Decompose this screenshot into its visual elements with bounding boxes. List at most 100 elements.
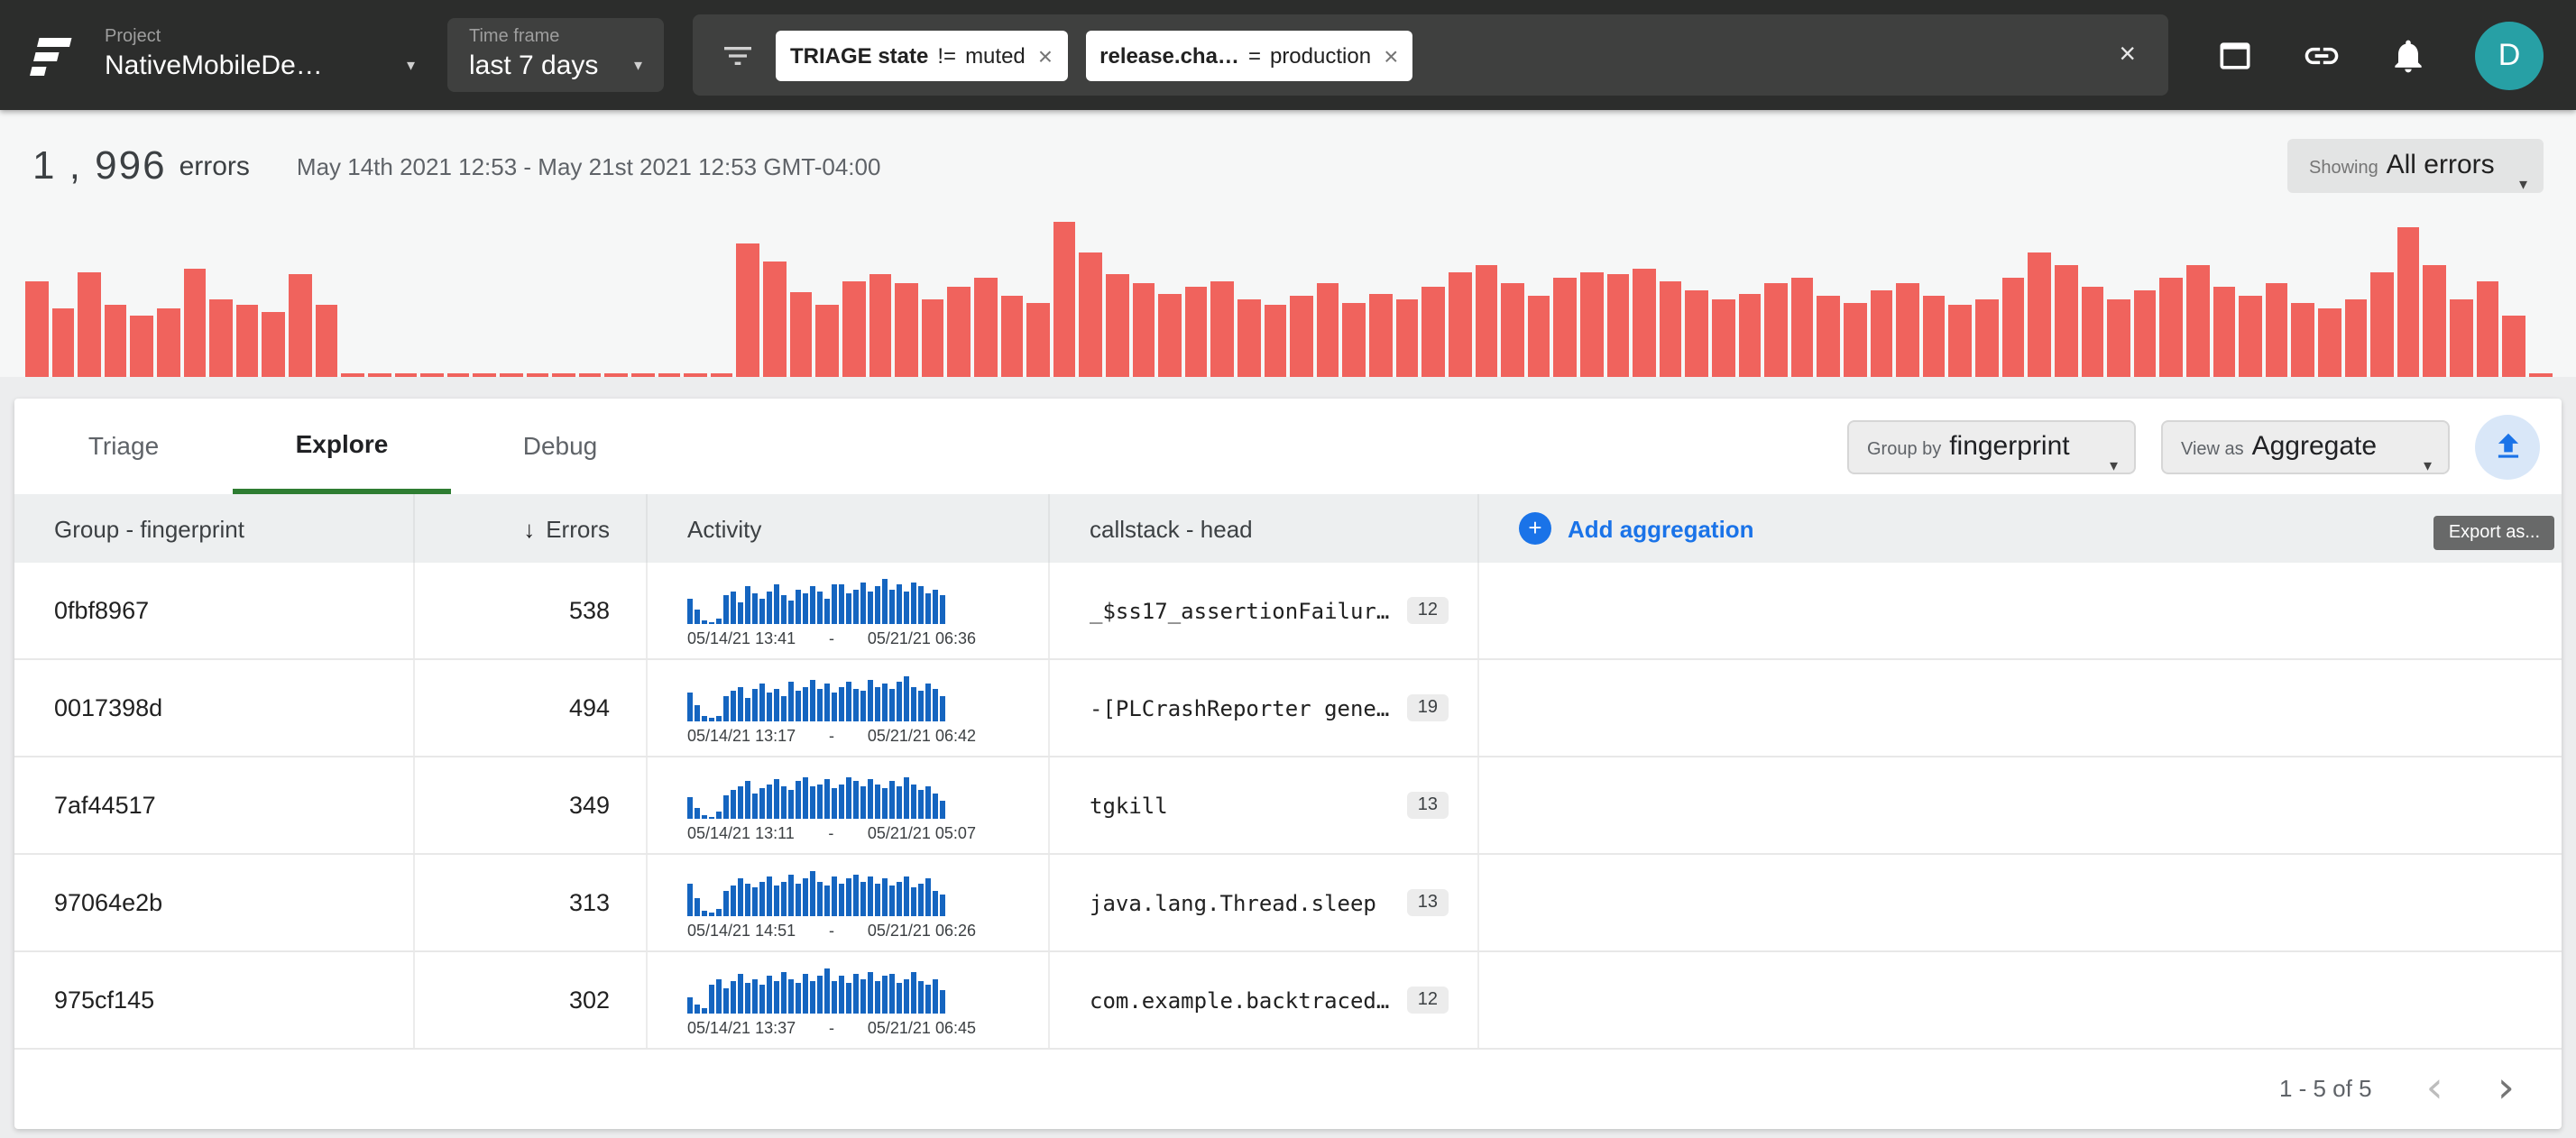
histogram-bar[interactable] [1817, 297, 1840, 377]
fingerprint-cell[interactable]: 0fbf8967 [14, 563, 415, 658]
histogram-bar[interactable] [552, 374, 575, 377]
histogram-bar[interactable] [684, 374, 706, 377]
histogram-bar[interactable] [1369, 293, 1392, 377]
table-row[interactable]: 97064e2b31305/14/21 14:51-05/21/21 06:26… [14, 855, 2562, 952]
histogram-bar[interactable] [2081, 287, 2103, 377]
histogram-bar[interactable] [1975, 299, 1998, 377]
column-header-fingerprint[interactable]: Group - fingerprint [14, 494, 415, 563]
histogram-bar[interactable] [2186, 265, 2209, 377]
histogram-bar[interactable] [25, 280, 48, 377]
chip-close-icon[interactable]: × [1038, 41, 1053, 69]
tab-explore[interactable]: Explore [233, 399, 451, 494]
histogram-bar[interactable] [78, 271, 100, 377]
histogram-bar[interactable] [1132, 284, 1155, 377]
histogram-bar[interactable] [1237, 299, 1260, 377]
clear-filters-icon[interactable]: × [2111, 39, 2143, 71]
column-header-callstack[interactable]: callstack - head [1050, 494, 1479, 563]
histogram-bar[interactable] [394, 374, 417, 377]
histogram-bar[interactable] [1870, 290, 1892, 377]
histogram-bar[interactable] [1580, 271, 1603, 377]
histogram-bar[interactable] [157, 308, 179, 377]
histogram-bar[interactable] [605, 374, 628, 377]
view-as-dropdown[interactable]: View as Aggregate ▾ [2161, 419, 2450, 473]
histogram-bar[interactable] [1633, 269, 1655, 377]
showing-dropdown[interactable]: Showing All errors ▾ [2287, 139, 2544, 193]
histogram-bar[interactable] [1106, 275, 1128, 378]
histogram-bar[interactable] [262, 312, 285, 377]
fingerprint-cell[interactable]: 97064e2b [14, 855, 415, 950]
histogram-bar[interactable] [2318, 308, 2341, 377]
histogram-bar[interactable] [2160, 278, 2183, 377]
fingerprint-cell[interactable]: 7af44517 [14, 757, 415, 853]
error-histogram[interactable] [25, 218, 2551, 377]
histogram-bar[interactable] [2001, 278, 2024, 377]
histogram-bar[interactable] [2424, 265, 2446, 377]
histogram-bar[interactable] [1844, 302, 1866, 377]
fingerprint-cell[interactable]: 975cf145 [14, 952, 415, 1048]
histogram-bar[interactable] [1949, 306, 1972, 377]
histogram-bar[interactable] [631, 374, 654, 377]
sort-desc-icon[interactable]: ↓ [523, 515, 535, 542]
histogram-bar[interactable] [1343, 302, 1366, 377]
histogram-bar[interactable] [2107, 299, 2130, 377]
histogram-bar[interactable] [210, 299, 233, 377]
avatar[interactable]: D [2475, 21, 2544, 89]
histogram-bar[interactable] [236, 306, 259, 377]
column-header-errors[interactable]: ↓ Errors [415, 494, 648, 563]
dashboard-icon[interactable] [2215, 35, 2255, 75]
link-icon[interactable] [2302, 35, 2341, 75]
histogram-bar[interactable] [2370, 271, 2393, 377]
histogram-bar[interactable] [2266, 284, 2288, 377]
histogram-bar[interactable] [2055, 265, 2077, 377]
histogram-bar[interactable] [1080, 252, 1102, 377]
histogram-bar[interactable] [1764, 284, 1787, 377]
histogram-bar[interactable] [2450, 299, 2472, 377]
histogram-bar[interactable] [1897, 284, 1919, 377]
fingerprint-cell[interactable]: 0017398d [14, 660, 415, 756]
chevron-left-icon[interactable]: ‹ [2426, 1069, 2443, 1106]
chevron-right-icon[interactable]: › [2498, 1069, 2515, 1106]
histogram-bar[interactable] [789, 291, 812, 377]
histogram-bar[interactable] [1738, 293, 1761, 377]
histogram-bar[interactable] [816, 306, 839, 377]
histogram-bar[interactable] [1475, 265, 1497, 377]
histogram-bar[interactable] [895, 284, 917, 377]
filter-chip[interactable]: TRIAGE state!=muted× [776, 30, 1067, 80]
histogram-bar[interactable] [2029, 252, 2051, 377]
add-aggregation-button[interactable]: + Add aggregation [1479, 494, 2562, 563]
histogram-bar[interactable] [1554, 278, 1577, 377]
histogram-bar[interactable] [1000, 297, 1023, 377]
histogram-bar[interactable] [420, 374, 443, 377]
histogram-bar[interactable] [315, 306, 337, 377]
histogram-bar[interactable] [921, 299, 943, 377]
histogram-bar[interactable] [342, 374, 364, 377]
histogram-bar[interactable] [1026, 302, 1049, 377]
histogram-bar[interactable] [1158, 293, 1181, 377]
histogram-bar[interactable] [1449, 271, 1471, 377]
histogram-bar[interactable] [105, 306, 127, 377]
chip-close-icon[interactable]: × [1384, 41, 1398, 69]
histogram-bar[interactable] [579, 374, 602, 377]
histogram-bar[interactable] [1712, 299, 1734, 377]
histogram-bar[interactable] [2397, 228, 2420, 377]
histogram-bar[interactable] [1660, 280, 1682, 377]
filter-bar[interactable]: TRIAGE state!=muted× release.cha…=product… [693, 14, 2168, 96]
table-row[interactable]: 975cf14530205/14/21 13:37-05/21/21 06:45… [14, 952, 2562, 1050]
histogram-bar[interactable] [1501, 284, 1523, 377]
table-row[interactable]: 0017398d49405/14/21 13:17-05/21/21 06:42… [14, 660, 2562, 757]
group-by-dropdown[interactable]: Group by fingerprint ▾ [1847, 419, 2136, 473]
histogram-bar[interactable] [2476, 280, 2498, 377]
histogram-bar[interactable] [1923, 297, 1946, 377]
histogram-bar[interactable] [763, 262, 786, 377]
histogram-bar[interactable] [948, 287, 971, 377]
table-row[interactable]: 0fbf896753805/14/21 13:41-05/21/21 06:36… [14, 563, 2562, 660]
histogram-bar[interactable] [289, 275, 311, 378]
histogram-bar[interactable] [131, 315, 153, 377]
histogram-bar[interactable] [1185, 287, 1208, 377]
histogram-bar[interactable] [2134, 290, 2157, 377]
histogram-bar[interactable] [2239, 297, 2261, 377]
filter-chip[interactable]: release.cha…=production× [1085, 30, 1412, 80]
timeframe-selector[interactable]: Time frame last 7 days ▾ [447, 18, 664, 92]
histogram-bar[interactable] [51, 308, 74, 377]
histogram-bar[interactable] [2213, 287, 2235, 377]
